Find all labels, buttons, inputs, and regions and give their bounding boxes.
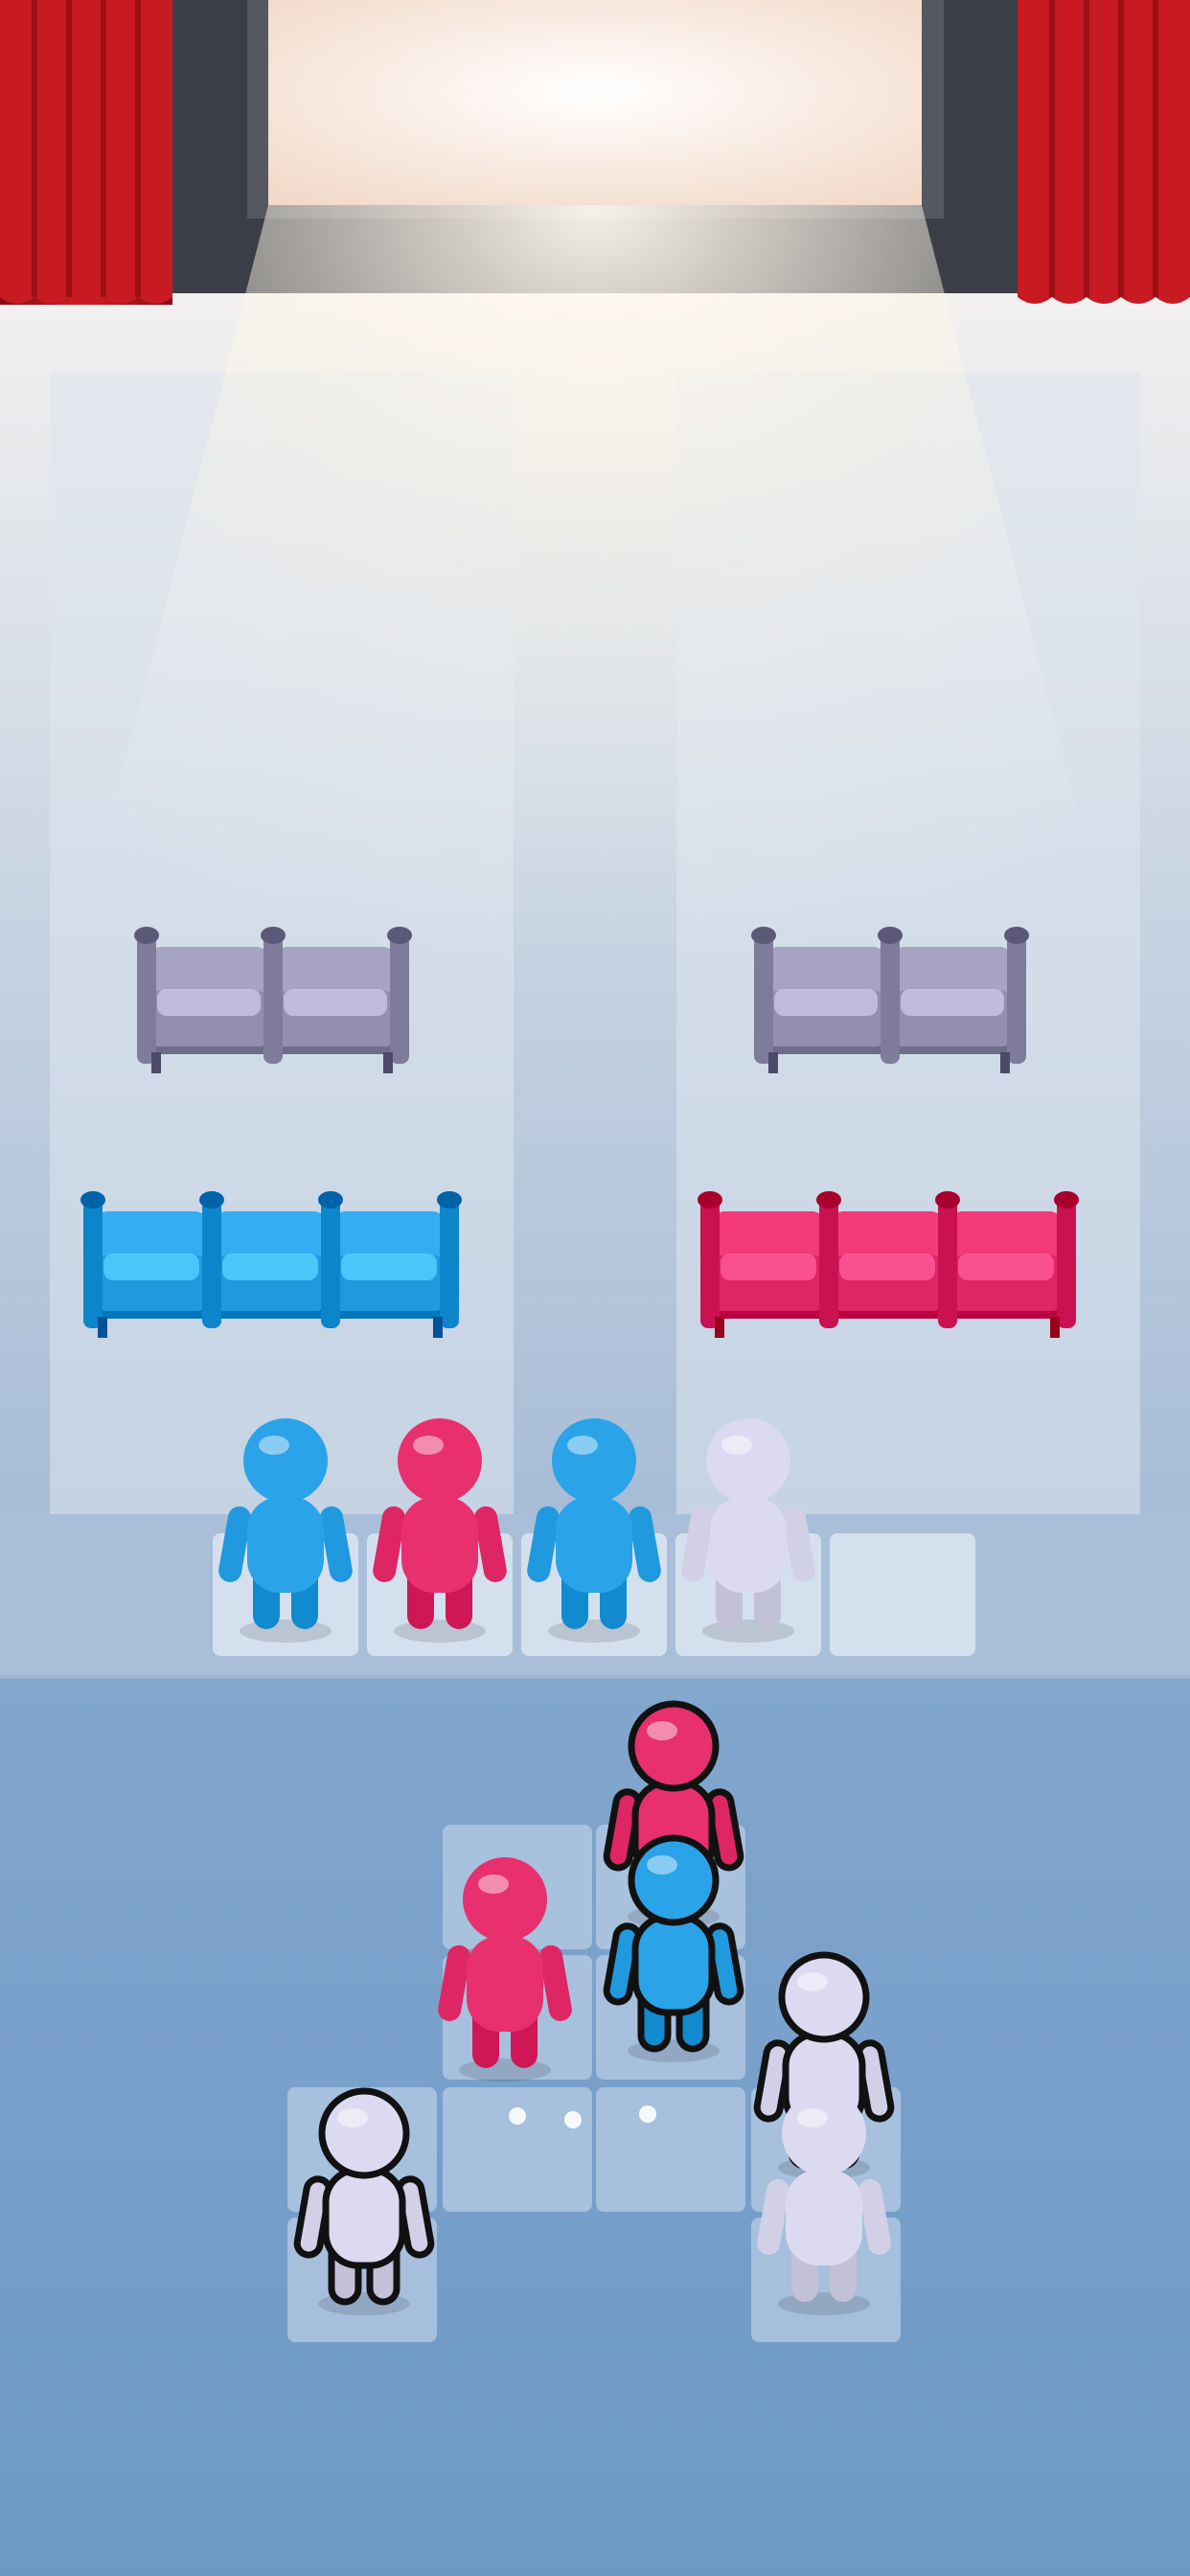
dust-puff bbox=[509, 2107, 526, 2125]
seat[interactable] bbox=[893, 947, 1012, 1046]
cupholder bbox=[387, 927, 412, 944]
seat[interactable] bbox=[767, 947, 885, 1046]
figure-head bbox=[398, 1418, 482, 1503]
armrest bbox=[1057, 1194, 1076, 1328]
figure-head bbox=[628, 1700, 720, 1792]
armrest bbox=[390, 930, 409, 1064]
seat[interactable] bbox=[149, 947, 268, 1046]
seat-row-right-gray[interactable] bbox=[751, 927, 1029, 1073]
seat[interactable] bbox=[215, 1211, 326, 1311]
curtain-right bbox=[1018, 0, 1190, 304]
seat[interactable] bbox=[333, 1211, 445, 1311]
figure-head bbox=[318, 2087, 410, 2179]
armrest bbox=[819, 1194, 838, 1328]
cupholder bbox=[80, 1191, 105, 1208]
cupholder bbox=[437, 1191, 462, 1208]
seat[interactable] bbox=[276, 947, 395, 1046]
figure-head bbox=[778, 1951, 870, 2043]
armrest bbox=[263, 930, 283, 1064]
cupholder bbox=[1004, 927, 1029, 944]
figure-head bbox=[782, 2091, 866, 2175]
seat[interactable] bbox=[950, 1211, 1062, 1311]
cupholder bbox=[751, 927, 776, 944]
board-tile[interactable] bbox=[443, 2087, 592, 2212]
game-scene bbox=[0, 0, 1190, 2576]
armrest bbox=[321, 1194, 340, 1328]
seat[interactable] bbox=[713, 1211, 824, 1311]
seat-row-left-blue[interactable] bbox=[80, 1191, 462, 1338]
seat-row-right-pink[interactable] bbox=[698, 1191, 1079, 1338]
armrest bbox=[440, 1194, 459, 1328]
queue-slot bbox=[830, 1533, 975, 1656]
figure-head bbox=[243, 1418, 328, 1503]
armrest bbox=[754, 930, 773, 1064]
armrest bbox=[700, 1194, 720, 1328]
movie-screen bbox=[268, 0, 922, 205]
cupholder bbox=[318, 1191, 343, 1208]
seat-row-left-gray[interactable] bbox=[134, 927, 412, 1073]
cupholder bbox=[878, 927, 903, 944]
seat[interactable] bbox=[832, 1211, 943, 1311]
board-tile[interactable] bbox=[596, 2087, 745, 2212]
armrest bbox=[202, 1194, 221, 1328]
armrest bbox=[137, 930, 156, 1064]
figure-head bbox=[463, 1857, 547, 1942]
cupholder bbox=[1054, 1191, 1079, 1208]
cupholder bbox=[935, 1191, 960, 1208]
cupholder bbox=[698, 1191, 722, 1208]
cupholder bbox=[816, 1191, 841, 1208]
armrest bbox=[881, 930, 900, 1064]
armrest bbox=[1007, 930, 1026, 1064]
cupholder bbox=[199, 1191, 224, 1208]
dust-puff bbox=[639, 2105, 656, 2123]
cupholder bbox=[134, 927, 159, 944]
platform-edge bbox=[0, 1675, 1190, 1679]
armrest bbox=[938, 1194, 957, 1328]
dust-puff bbox=[564, 2111, 582, 2128]
figure-head bbox=[706, 1418, 790, 1503]
seat[interactable] bbox=[96, 1211, 207, 1311]
figure-head bbox=[628, 1834, 720, 1926]
curtain-left bbox=[0, 0, 172, 305]
figure-head bbox=[552, 1418, 636, 1503]
cupholder bbox=[261, 927, 286, 944]
armrest bbox=[83, 1194, 103, 1328]
